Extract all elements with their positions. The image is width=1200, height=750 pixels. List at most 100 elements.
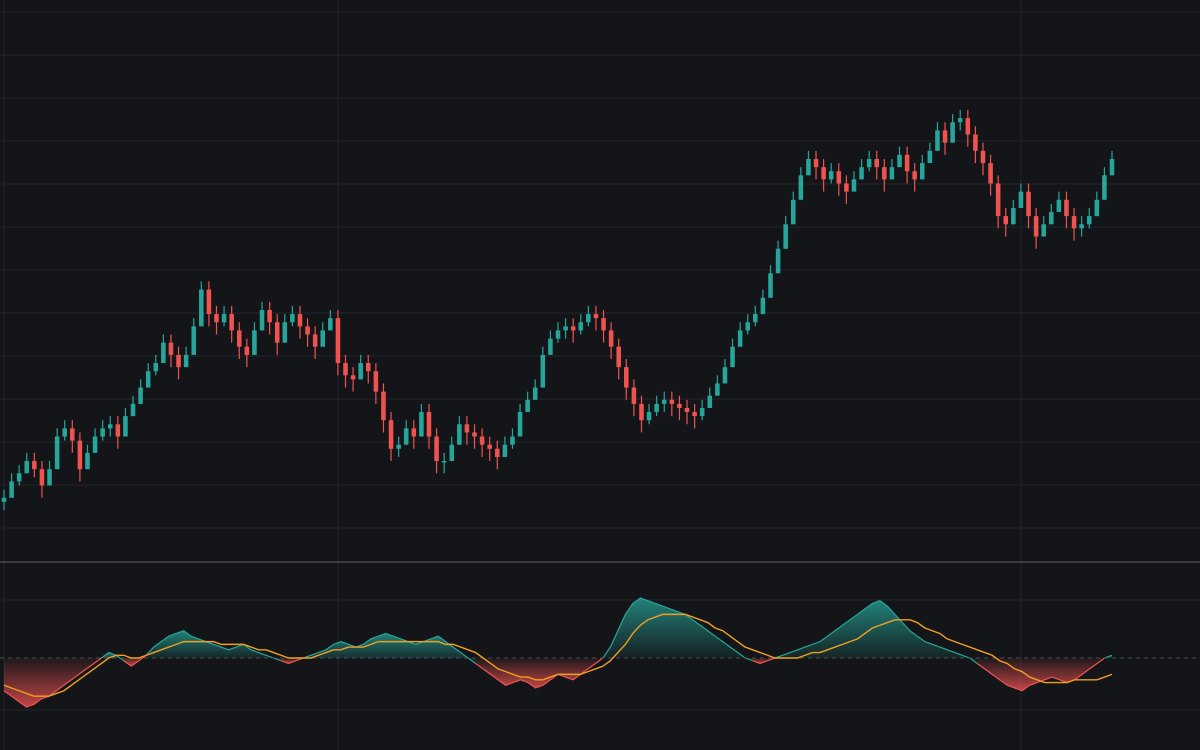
candle-body	[1041, 224, 1046, 237]
candle-body	[1003, 216, 1009, 225]
candle-body	[297, 314, 303, 327]
candle-body	[639, 403, 644, 421]
candle-body	[62, 428, 67, 437]
candle-body	[70, 428, 75, 441]
candle-body	[92, 436, 98, 453]
candle-body	[859, 167, 864, 180]
candle-body	[487, 444, 492, 449]
candle-body	[39, 469, 45, 486]
candle-body	[980, 150, 986, 164]
candle-body	[1109, 158, 1115, 176]
candle-body	[411, 428, 417, 437]
candle-body	[54, 436, 60, 470]
candle-body	[935, 130, 940, 151]
candle-body	[1079, 224, 1084, 229]
candle-body	[995, 183, 1001, 217]
candle-body	[449, 444, 455, 462]
candle-body	[305, 326, 310, 335]
candle-body	[661, 399, 667, 404]
candle-body	[973, 134, 978, 151]
candle-body	[495, 448, 500, 457]
candle-body	[745, 322, 751, 331]
candle-body	[608, 330, 614, 347]
candle-body	[115, 424, 121, 437]
candle-body	[760, 297, 766, 315]
candle-body	[586, 314, 591, 323]
candle-body	[236, 330, 242, 347]
candle-body	[532, 387, 538, 400]
candle-body	[783, 224, 788, 249]
candle-body	[168, 342, 174, 355]
candle-body	[130, 403, 136, 417]
candle-body	[790, 199, 796, 225]
candle-body	[373, 371, 379, 392]
candle-body	[950, 122, 955, 143]
candle-body	[1049, 212, 1054, 225]
candle-body	[16, 473, 22, 482]
candle-body	[798, 175, 804, 200]
candle-body	[570, 326, 576, 331]
candle-body	[517, 412, 523, 437]
candle-body	[320, 330, 326, 347]
candle-body	[32, 461, 37, 470]
candle-body	[274, 322, 280, 343]
candle-body	[365, 363, 371, 372]
candle-body	[737, 330, 743, 347]
candle-body	[677, 403, 682, 408]
candle-body	[654, 403, 659, 413]
candle-body	[897, 154, 902, 168]
candle-body	[191, 326, 197, 355]
candle-body	[350, 375, 356, 380]
candle-body	[957, 118, 963, 123]
candle-body	[768, 273, 773, 298]
candle-body	[419, 412, 424, 437]
candle-body	[107, 424, 113, 429]
candle-body	[441, 461, 447, 463]
candle-body	[252, 330, 257, 355]
candle-body	[525, 399, 530, 413]
candle-body	[707, 395, 713, 408]
candle-body	[153, 363, 159, 372]
candle-body	[282, 322, 288, 343]
candle-body	[715, 383, 720, 396]
candle-body	[267, 310, 272, 323]
candle-body	[775, 248, 781, 274]
candle-body	[616, 346, 621, 368]
candle-body	[335, 318, 341, 364]
candle-body	[821, 167, 826, 180]
candle-body	[1064, 199, 1069, 217]
candle-body	[457, 424, 462, 445]
candle-body	[836, 171, 842, 184]
candle-body	[502, 444, 508, 457]
candle-body	[161, 342, 166, 364]
candle-body	[942, 130, 948, 143]
candle-body	[631, 387, 637, 404]
candle-body	[753, 314, 758, 323]
candle-body	[563, 326, 568, 331]
candle-body	[426, 412, 432, 437]
candle-body	[47, 469, 52, 486]
candle-body	[214, 314, 219, 323]
candle-body	[844, 183, 849, 192]
candle-body	[555, 330, 561, 339]
candle-body	[904, 154, 910, 172]
candle-body	[919, 163, 925, 180]
candle-body	[806, 158, 811, 176]
candle-body	[1102, 175, 1107, 200]
candle-body	[1018, 191, 1024, 208]
candle-body	[882, 167, 887, 180]
candle-body	[684, 407, 690, 413]
candle-body	[874, 158, 880, 168]
candle-body	[381, 391, 386, 421]
candle-body	[699, 407, 705, 417]
chart-root	[0, 0, 1200, 750]
candle-body	[965, 118, 971, 135]
candle-body	[1094, 199, 1100, 217]
candle-body	[123, 416, 128, 437]
candle-body	[851, 179, 857, 192]
candle-body	[328, 318, 333, 331]
candle-body	[1086, 216, 1092, 225]
candle-body	[343, 363, 348, 376]
candle-body	[601, 318, 606, 331]
candle-body	[593, 314, 599, 319]
